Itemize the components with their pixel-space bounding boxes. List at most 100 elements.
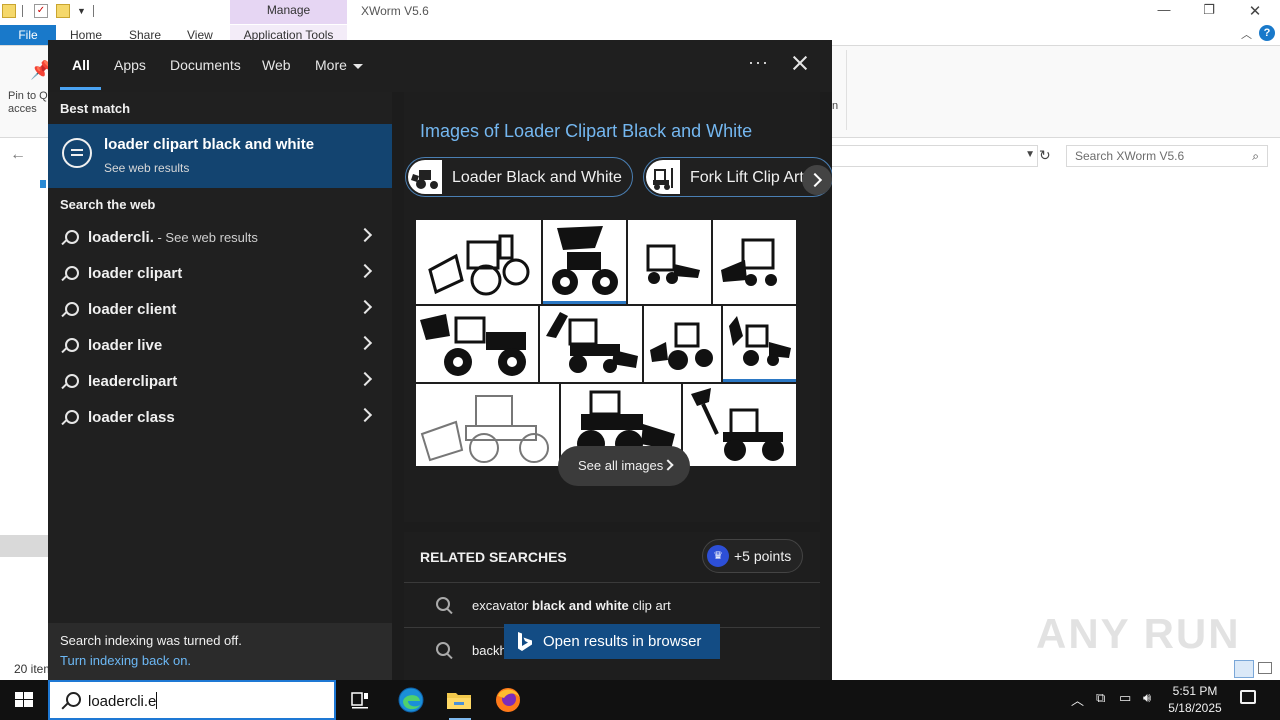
see-all-images-button[interactable]: See all images — [558, 446, 690, 486]
web-suggestion-query: loadercli. — [88, 229, 154, 246]
chevron-right-icon[interactable] — [357, 263, 373, 279]
firefox-taskbar-button[interactable] — [492, 684, 524, 716]
file-explorer-taskbar-button[interactable] — [443, 684, 475, 720]
best-match-result[interactable]: loader clipart black and white See web r… — [48, 124, 392, 188]
turn-indexing-on-link[interactable]: Turn indexing back on. — [60, 653, 191, 668]
clock-date: 5/18/2025 — [1168, 701, 1222, 715]
chevron-right-icon[interactable] — [802, 165, 832, 195]
image-thumbnail[interactable] — [723, 306, 796, 382]
chevron-down-icon[interactable]: ▼ — [1025, 149, 1035, 160]
image-thumbnail[interactable] — [416, 306, 538, 382]
volume-icon[interactable]: 🔊︎ — [1143, 690, 1151, 706]
related-searches-heading: RELATED SEARCHES — [420, 549, 567, 565]
image-thumbnail[interactable] — [683, 384, 796, 466]
text-caret — [156, 692, 158, 709]
image-thumbnail[interactable] — [713, 220, 796, 304]
notification-center-icon[interactable] — [1240, 690, 1256, 704]
nav-pane-selection[interactable] — [0, 535, 48, 557]
best-match-title: loader clipart black and white — [104, 136, 315, 153]
title-bar: ✓ ▼ Manage XWorm V5.6 — ❐ ✕ — [0, 0, 1280, 24]
customize-toolbar-icon[interactable]: ▼ — [77, 6, 86, 16]
search-the-web-heading: Search the web — [60, 197, 156, 212]
clock-time: 5:51 PM — [1172, 684, 1218, 698]
chevron-right-icon[interactable] — [357, 227, 373, 243]
collapse-ribbon-icon[interactable]: ︿ — [1241, 26, 1252, 42]
device-icon[interactable]: ⧉ — [1096, 690, 1105, 706]
firefox-icon — [496, 688, 520, 712]
details-view-button[interactable] — [1234, 660, 1254, 678]
tab-more[interactable]: More — [315, 57, 363, 73]
web-suggestion-row[interactable]: loader client — [48, 293, 392, 329]
tab-more-label: More — [315, 57, 347, 73]
edge-taskbar-button[interactable] — [395, 684, 427, 716]
taskbar: loadercli.e ︿ ⧉ ▭ 🔊︎ 5:51 PM 5/18/2025 — [0, 680, 1280, 720]
image-thumbnail[interactable] — [644, 306, 721, 382]
tab-all[interactable]: All — [72, 57, 90, 73]
web-suggestion-row[interactable]: loader class — [48, 401, 392, 437]
chevron-right-icon[interactable] — [357, 299, 373, 315]
related-search-text: backh — [472, 643, 507, 658]
windows-logo-icon — [15, 692, 33, 707]
images-heading-link[interactable]: Images of Loader Clipart Black and White — [420, 121, 752, 142]
search-icon — [60, 373, 79, 391]
rewards-trophy-icon: ♛ — [707, 545, 729, 567]
more-options-icon[interactable]: ··· — [748, 52, 769, 73]
web-suggestion-row[interactable]: leaderclipart — [48, 365, 392, 401]
help-icon[interactable]: ? — [1259, 25, 1275, 41]
separator — [93, 5, 94, 17]
rewards-points-button[interactable]: ♛ +5 points — [702, 539, 803, 573]
web-suggestion-row[interactable]: loadercli. - See web results — [48, 221, 392, 257]
new-folder-icon[interactable] — [56, 4, 70, 18]
chevron-up-icon[interactable]: ︿ — [1071, 690, 1084, 709]
close-window-button[interactable]: ✕ — [1243, 2, 1267, 20]
image-thumbnail[interactable] — [543, 220, 626, 304]
web-suggestion-row[interactable]: loader live — [48, 329, 392, 365]
refresh-icon[interactable]: ↻ — [1039, 147, 1051, 164]
search-icon — [60, 265, 79, 283]
taskbar-search-input[interactable]: loadercli.e — [48, 680, 336, 720]
task-view-button[interactable] — [344, 684, 376, 716]
system-clock[interactable]: 5:51 PM 5/18/2025 — [1160, 683, 1230, 717]
window-title: XWorm V5.6 — [361, 4, 429, 18]
related-image-pill[interactable]: Loader Black and White — [405, 157, 633, 197]
tab-web[interactable]: Web — [262, 57, 291, 73]
close-icon[interactable] — [787, 50, 813, 76]
image-thumbnail[interactable] — [540, 306, 642, 382]
related-search-text: excavator black and white clip art — [472, 598, 671, 613]
ribbon-divider — [846, 50, 847, 130]
web-suggestion-text: loader client — [88, 301, 177, 318]
open-results-in-browser-button[interactable]: Open results in browser — [504, 624, 720, 659]
tab-apps[interactable]: Apps — [114, 57, 146, 73]
image-thumbnail[interactable] — [628, 220, 711, 304]
minimize-button[interactable]: — — [1152, 2, 1176, 17]
start-button[interactable] — [0, 680, 48, 720]
address-bar[interactable]: ▼ — [832, 145, 1038, 167]
watermark: ANY RUN — [1036, 610, 1241, 657]
explorer-search-input[interactable]: Search XWorm V5.6 ⌕ — [1066, 145, 1268, 167]
maximize-button[interactable]: ❐ — [1197, 2, 1221, 18]
large-icons-view-button[interactable] — [1258, 662, 1272, 674]
separator — [22, 5, 23, 17]
properties-icon[interactable]: ✓ — [34, 4, 48, 18]
pin-to-quick-access-label[interactable]: Pin to Q acces — [8, 90, 48, 116]
chevron-right-icon[interactable] — [357, 407, 373, 423]
indexing-message: Search indexing was turned off. — [60, 633, 242, 648]
tab-documents[interactable]: Documents — [170, 57, 241, 73]
back-arrow-icon[interactable]: ← — [10, 146, 26, 164]
see-all-images-label: See all images — [578, 458, 664, 473]
network-icon[interactable]: ▭ — [1119, 690, 1131, 706]
web-suggestion-text: loader class — [88, 409, 175, 426]
chevron-right-icon[interactable] — [357, 371, 373, 387]
search-icon — [60, 229, 79, 247]
image-thumbnail[interactable] — [416, 220, 541, 304]
active-tab-indicator — [60, 87, 101, 90]
web-suggestion-row[interactable]: loader clipart — [48, 257, 392, 293]
chevron-right-icon[interactable] — [357, 335, 373, 351]
image-thumbnail[interactable] — [416, 384, 559, 466]
best-match-heading: Best match — [60, 101, 131, 116]
chevron-right-icon — [662, 459, 674, 471]
related-search-row[interactable]: excavator black and white clip art — [404, 582, 820, 627]
folder-icon[interactable] — [2, 4, 16, 18]
open-results-label: Open results in browser — [543, 633, 702, 650]
manage-contextual-tab[interactable]: Manage — [230, 0, 347, 24]
